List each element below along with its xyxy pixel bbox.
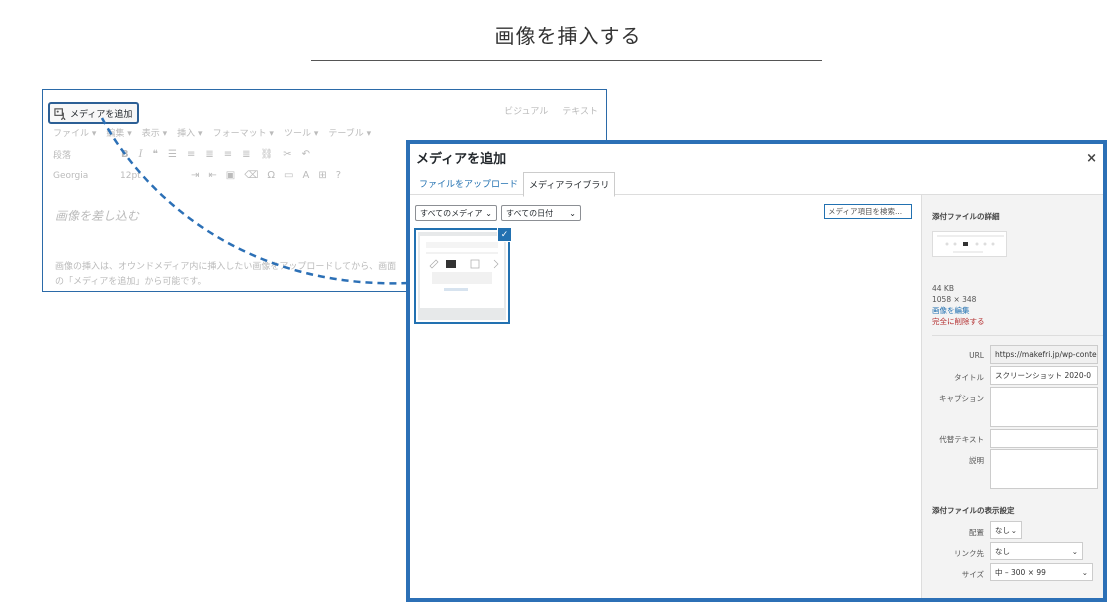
- bullet-list-icon[interactable]: ☰: [168, 149, 177, 160]
- font-family-select[interactable]: Georgia: [53, 171, 111, 181]
- edit-image-link[interactable]: 画像を編集: [932, 305, 985, 316]
- link-to-value: なし: [995, 546, 1010, 556]
- unlink-icon[interactable]: ✂: [283, 149, 291, 160]
- size-label: サイズ: [961, 570, 984, 579]
- indent-icon[interactable]: ⇥: [191, 170, 199, 181]
- menu-tools[interactable]: ツール ▾: [284, 126, 318, 139]
- link-icon[interactable]: ⛓: [261, 149, 274, 160]
- caption-label: キャプション: [939, 394, 984, 403]
- align-right-icon[interactable]: ≣: [242, 149, 250, 160]
- media-type-filter[interactable]: すべてのメディア ⌄: [415, 205, 497, 221]
- editor-body-text[interactable]: 画像の挿入は、オウンドメディア内に挿入したい画像をアップロードしてから、画面の「…: [55, 260, 405, 290]
- alt-text-label: 代替テキスト: [939, 435, 984, 444]
- italic-icon[interactable]: I: [139, 149, 143, 160]
- outdent-icon[interactable]: ⇤: [208, 170, 216, 181]
- file-size: 44 KB: [932, 284, 954, 293]
- url-field[interactable]: https://makefri.jp/wp-conte: [990, 345, 1098, 364]
- editor-heading[interactable]: 画像を差し込む: [55, 207, 139, 224]
- url-label: URL: [969, 351, 984, 360]
- display-settings-heading: 添付ファイルの表示設定: [932, 506, 1015, 515]
- delete-permanently-link[interactable]: 完全に削除する: [932, 316, 985, 327]
- title-label: タイトル: [954, 373, 984, 382]
- thumbnail-image: [420, 236, 504, 308]
- align-center-icon[interactable]: ≡: [224, 149, 232, 160]
- media-type-filter-value: すべてのメディア: [420, 208, 483, 218]
- tab-upload-files[interactable]: ファイルをアップロード: [414, 172, 523, 197]
- tab-text[interactable]: テキスト: [562, 104, 598, 117]
- description-textarea[interactable]: [990, 449, 1098, 489]
- add-media-label: メディアを追加: [70, 109, 133, 120]
- caption-textarea[interactable]: [990, 387, 1098, 427]
- chevron-down-icon: ⌄: [569, 208, 576, 218]
- tab-media-library[interactable]: メディアライブラリ: [523, 172, 616, 197]
- modal-title: メディアを追加: [416, 152, 507, 167]
- attachment-preview: [932, 231, 1007, 257]
- menu-table[interactable]: テーブル ▾: [328, 126, 371, 139]
- alignment-label: 配置: [969, 528, 984, 537]
- alignment-select[interactable]: なし ⌄: [990, 521, 1022, 539]
- number-list-icon[interactable]: ≡: [187, 149, 195, 160]
- omega-icon[interactable]: Ω: [267, 170, 275, 181]
- hr-icon[interactable]: ▭: [284, 170, 293, 181]
- alt-text-field[interactable]: [990, 429, 1098, 448]
- title-field[interactable]: スクリーンショット 2020-0: [990, 366, 1098, 385]
- alignment-value: なし: [995, 525, 1010, 535]
- divider: [932, 335, 1103, 336]
- align-left-icon[interactable]: ≣: [205, 149, 213, 160]
- media-search-input[interactable]: メディア項目を検索...: [824, 204, 912, 219]
- selected-check-icon[interactable]: ✓: [497, 227, 512, 242]
- menu-insert[interactable]: 挿入 ▾: [177, 126, 202, 139]
- menu-file[interactable]: ファイル ▾: [53, 126, 96, 139]
- attachment-details-heading: 添付ファイルの詳細: [932, 212, 1000, 221]
- text-color-icon[interactable]: A: [302, 170, 309, 181]
- menu-view[interactable]: 表示 ▾: [142, 126, 167, 139]
- chevron-down-icon: ⌄: [485, 208, 492, 218]
- description-label: 説明: [969, 456, 984, 465]
- page-title: 画像を挿入する: [494, 24, 642, 48]
- size-value: 中 – 300 × 99: [995, 567, 1046, 577]
- size-select[interactable]: 中 – 300 × 99 ⌄: [990, 563, 1093, 581]
- link-to-select[interactable]: なし ⌄: [990, 542, 1083, 560]
- date-filter-value: すべての日付: [506, 208, 554, 218]
- date-filter[interactable]: すべての日付 ⌄: [501, 205, 581, 221]
- tab-visual[interactable]: ビジュアル: [504, 104, 548, 117]
- media-icon: [54, 107, 66, 120]
- menu-edit[interactable]: 編集 ▾: [106, 126, 131, 139]
- link-to-label: リンク先: [954, 549, 984, 558]
- font-size-select[interactable]: 12pt: [120, 171, 182, 181]
- undo-icon[interactable]: ↶: [302, 149, 310, 160]
- quote-icon[interactable]: ❝: [153, 149, 158, 160]
- chevron-down-icon: ⌄: [1081, 567, 1088, 577]
- add-media-modal: メディアを追加 × ファイルをアップロード メディアライブラリ すべてのメディア…: [406, 140, 1107, 602]
- title-underline: [311, 60, 822, 61]
- image-dimensions: 1058 × 348: [932, 295, 977, 304]
- bold-icon[interactable]: B: [121, 149, 129, 160]
- media-item-thumbnail[interactable]: [414, 228, 510, 324]
- add-media-button[interactable]: メディアを追加: [48, 102, 140, 124]
- paste-icon[interactable]: ▣: [226, 170, 235, 181]
- chevron-down-icon: ⌄: [1010, 525, 1017, 535]
- clear-format-icon[interactable]: ⌫: [244, 170, 258, 181]
- help-icon[interactable]: ?: [336, 170, 341, 181]
- close-icon[interactable]: ×: [1086, 151, 1097, 166]
- table-icon[interactable]: ⊞: [318, 170, 326, 181]
- menu-format[interactable]: フォーマット ▾: [213, 126, 274, 139]
- attachment-details-sidebar: 添付ファイルの詳細 44 KB 1058 × 348 画像を編集 完全に削除する…: [921, 195, 1103, 598]
- chevron-down-icon: ⌄: [1071, 546, 1078, 556]
- format-select[interactable]: 段落: [53, 148, 111, 161]
